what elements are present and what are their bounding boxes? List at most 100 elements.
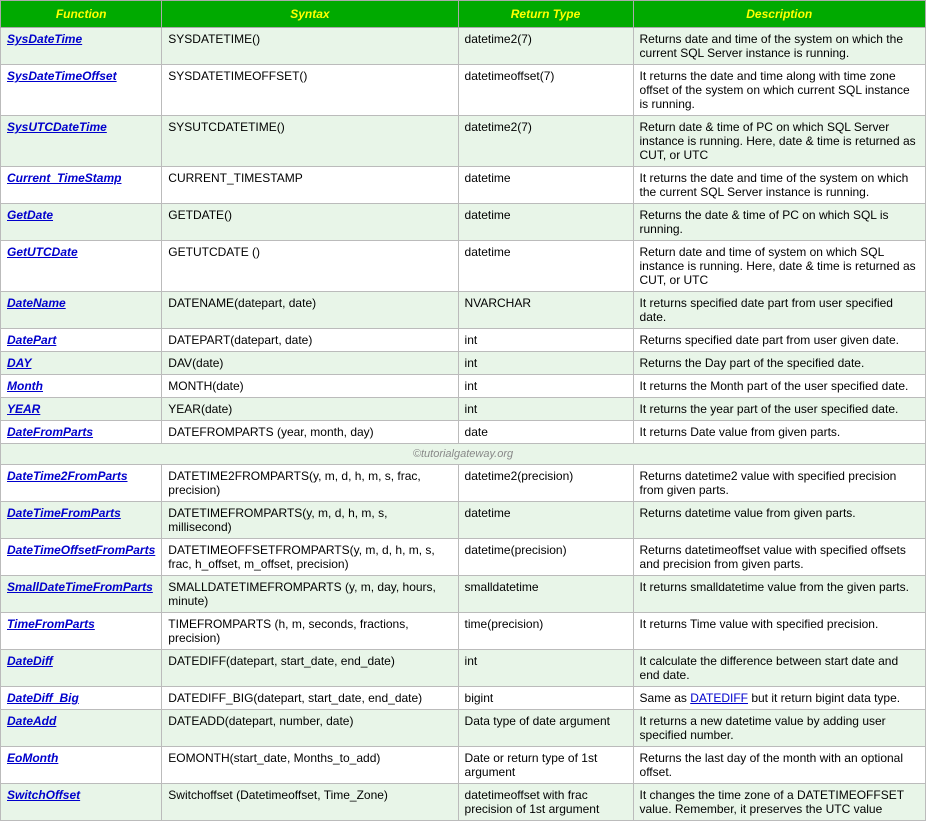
function-link[interactable]: DateName [7, 296, 66, 310]
syntax-cell: DATETIMEFROMPARTS(y, m, d, h, m, s, mill… [162, 502, 458, 539]
description-cell: Returns the date & time of PC on which S… [633, 204, 925, 241]
watermark-cell: ©tutorialgateway.org [1, 444, 926, 465]
description-cell: It returns the year part of the user spe… [633, 398, 925, 421]
syntax-cell: DAV(date) [162, 352, 458, 375]
description-cell: Returns the last day of the month with a… [633, 747, 925, 784]
syntax-cell: GETUTCDATE () [162, 241, 458, 292]
function-link[interactable]: YEAR [7, 402, 40, 416]
function-link[interactable]: TimeFromParts [7, 617, 95, 631]
function-link[interactable]: SmallDateTimeFromParts [7, 580, 153, 594]
table-row: GetUTCDate GETUTCDATE ()datetimeReturn da… [1, 241, 926, 292]
function-cell: SysDateTime [1, 28, 162, 65]
description-cell: It returns smalldatetime value from the … [633, 576, 925, 613]
function-link[interactable]: DateDiff_Big [7, 691, 79, 705]
syntax-cell: DATEADD(datepart, number, date) [162, 710, 458, 747]
function-cell: DAY [1, 352, 162, 375]
syntax-cell: DATEDIFF_BIG(datepart, start_date, end_d… [162, 687, 458, 710]
header-syntax: Syntax [162, 1, 458, 28]
syntax-cell: DATENAME(datepart, date) [162, 292, 458, 329]
table-row: DatePart DATEPART(datepart, date)intRetur… [1, 329, 926, 352]
syntax-cell: YEAR(date) [162, 398, 458, 421]
description-cell: It returns a new datetime value by addin… [633, 710, 925, 747]
description-cell: Return date and time of system on which … [633, 241, 925, 292]
description-cell: It returns Time value with specified pre… [633, 613, 925, 650]
function-link[interactable]: GetDate [7, 208, 53, 222]
function-cell: Month [1, 375, 162, 398]
return-type-cell: datetimeoffset with frac precision of 1s… [458, 784, 633, 821]
description-cell: Returns the Day part of the specified da… [633, 352, 925, 375]
function-cell: SysDateTimeOffset [1, 65, 162, 116]
description-cell: Returns datetime2 value with specified p… [633, 465, 925, 502]
return-type-cell: bigint [458, 687, 633, 710]
table-row: DateDiff DATEDIFF(datepart, start_date, e… [1, 650, 926, 687]
return-type-cell: Data type of date argument [458, 710, 633, 747]
syntax-cell: EOMONTH(start_date, Months_to_add) [162, 747, 458, 784]
description-cell: It returns the Month part of the user sp… [633, 375, 925, 398]
function-link[interactable]: DateTimeFromParts [7, 506, 121, 520]
function-link[interactable]: SwitchOffset [7, 788, 80, 802]
table-row: SmallDateTimeFromParts SMALLDATETIMEFROMP… [1, 576, 926, 613]
table-row: DateTimeFromParts DATETIMEFROMPARTS(y, m,… [1, 502, 926, 539]
return-type-cell: datetime [458, 167, 633, 204]
function-link[interactable]: Month [7, 379, 43, 393]
function-cell: DateAdd [1, 710, 162, 747]
return-type-cell: datetime [458, 502, 633, 539]
return-type-cell: Date or return type of 1st argument [458, 747, 633, 784]
return-type-cell: date [458, 421, 633, 444]
function-cell: YEAR [1, 398, 162, 421]
table-row: DateDiff_Big DATEDIFF_BIG(datepart, start… [1, 687, 926, 710]
function-link[interactable]: SysUTCDateTime [7, 120, 107, 134]
syntax-cell: DATEFROMPARTS (year, month, day) [162, 421, 458, 444]
return-type-cell: int [458, 398, 633, 421]
return-type-cell: time(precision) [458, 613, 633, 650]
syntax-cell: SYSUTCDATETIME() [162, 116, 458, 167]
table-row: SysDateTimeOffsetSYSDATETIMEOFFSET()date… [1, 65, 926, 116]
description-cell: Returns specified date part from user gi… [633, 329, 925, 352]
return-type-cell: int [458, 329, 633, 352]
function-link[interactable]: SysDateTime [7, 32, 82, 46]
function-link[interactable]: DateDiff [7, 654, 53, 668]
datediff-link[interactable]: DATEDIFF [690, 691, 748, 705]
syntax-cell: DATEDIFF(datepart, start_date, end_date) [162, 650, 458, 687]
function-link[interactable]: DateAdd [7, 714, 56, 728]
return-type-cell: int [458, 650, 633, 687]
return-type-cell: smalldatetime [458, 576, 633, 613]
function-cell: TimeFromParts [1, 613, 162, 650]
description-cell: Returns datetimeoffset value with specif… [633, 539, 925, 576]
description-cell: It returns Date value from given parts. [633, 421, 925, 444]
return-type-cell: datetime2(7) [458, 116, 633, 167]
description-cell: Return date & time of PC on which SQL Se… [633, 116, 925, 167]
function-cell: DateFromParts [1, 421, 162, 444]
function-cell: DateDiff [1, 650, 162, 687]
table-row: GetDateGETDATE()datetimeReturns the date… [1, 204, 926, 241]
function-cell: DatePart [1, 329, 162, 352]
table-row: MonthMONTH(date)intIt returns the Month … [1, 375, 926, 398]
return-type-cell: datetime [458, 241, 633, 292]
function-link[interactable]: DateFromParts [7, 425, 93, 439]
return-type-cell: datetime2(precision) [458, 465, 633, 502]
syntax-cell: Switchoffset (Datetimeoffset, Time_Zone) [162, 784, 458, 821]
function-cell: DateTimeFromParts [1, 502, 162, 539]
table-row: DateFromParts DATEFROMPARTS (year, month,… [1, 421, 926, 444]
header-description: Description [633, 1, 925, 28]
function-cell: DateTimeOffsetFromParts [1, 539, 162, 576]
main-table: Function Syntax Return Type Description … [0, 0, 926, 821]
table-row: DateAdd DATEADD(datepart, number, date)Da… [1, 710, 926, 747]
function-link[interactable]: DatePart [7, 333, 56, 347]
function-link[interactable]: Current_TimeStamp [7, 171, 121, 185]
function-link[interactable]: DateTime2FromParts [7, 469, 128, 483]
table-row: SysDateTimeSYSDATETIME()datetime2(7)Retu… [1, 28, 926, 65]
syntax-cell: SMALLDATETIMEFROMPARTS (y, m, day, hours… [162, 576, 458, 613]
function-link[interactable]: EoMonth [7, 751, 58, 765]
syntax-cell: DATEPART(datepart, date) [162, 329, 458, 352]
function-link[interactable]: DAY [7, 356, 31, 370]
function-cell: DateDiff_Big [1, 687, 162, 710]
syntax-cell: GETDATE() [162, 204, 458, 241]
function-cell: DateName [1, 292, 162, 329]
function-cell: EoMonth [1, 747, 162, 784]
function-link[interactable]: GetUTCDate [7, 245, 78, 259]
syntax-cell: DATETIME2FROMPARTS(y, m, d, h, m, s, fra… [162, 465, 458, 502]
function-link[interactable]: SysDateTimeOffset [7, 69, 117, 83]
syntax-cell: SYSDATETIME() [162, 28, 458, 65]
function-link[interactable]: DateTimeOffsetFromParts [7, 543, 155, 557]
